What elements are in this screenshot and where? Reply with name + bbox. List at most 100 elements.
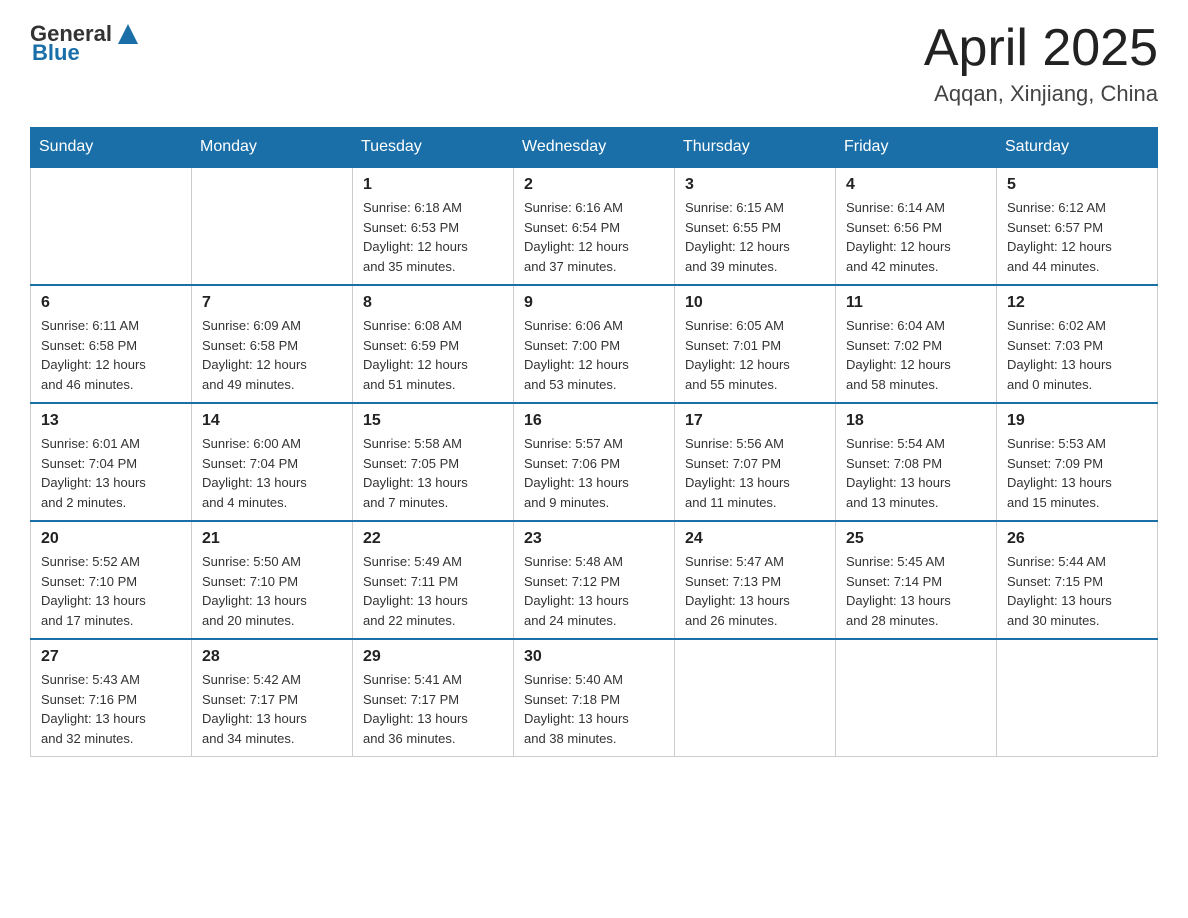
day-info: Sunrise: 5:41 AMSunset: 7:17 PMDaylight:… xyxy=(363,670,503,748)
logo: General Blue xyxy=(30,20,142,66)
weekday-header-sunday: Sunday xyxy=(31,128,192,168)
day-info: Sunrise: 6:05 AMSunset: 7:01 PMDaylight:… xyxy=(685,316,825,394)
day-info: Sunrise: 6:11 AMSunset: 6:58 PMDaylight:… xyxy=(41,316,181,394)
calendar-cell xyxy=(675,639,836,757)
day-number: 9 xyxy=(524,294,664,312)
calendar-cell: 20Sunrise: 5:52 AMSunset: 7:10 PMDayligh… xyxy=(31,521,192,639)
day-number: 17 xyxy=(685,412,825,430)
day-number: 7 xyxy=(202,294,342,312)
day-info: Sunrise: 5:57 AMSunset: 7:06 PMDaylight:… xyxy=(524,434,664,512)
logo-icon xyxy=(114,20,142,48)
page-header: General Blue April 2025 Aqqan, Xinjiang,… xyxy=(30,20,1158,107)
calendar-cell: 30 Sunrise: 5:40 AMSunset: 7:18 PMDayligh… xyxy=(514,639,675,757)
day-info: Sunrise: 5:53 AMSunset: 7:09 PMDaylight:… xyxy=(1007,434,1147,512)
calendar-cell: 24Sunrise: 5:47 AMSunset: 7:13 PMDayligh… xyxy=(675,521,836,639)
day-number: 14 xyxy=(202,412,342,430)
day-info: Sunrise: 5:45 AMSunset: 7:14 PMDaylight:… xyxy=(846,552,986,630)
day-info: Sunrise: 5:56 AMSunset: 7:07 PMDaylight:… xyxy=(685,434,825,512)
day-number: 30 xyxy=(524,648,664,666)
day-info: Sunrise: 5:44 AMSunset: 7:15 PMDaylight:… xyxy=(1007,552,1147,630)
calendar-cell: 19 Sunrise: 5:53 AMSunset: 7:09 PMDayligh… xyxy=(997,403,1158,521)
calendar-cell: 16Sunrise: 5:57 AMSunset: 7:06 PMDayligh… xyxy=(514,403,675,521)
day-info: Sunrise: 6:12 AMSunset: 6:57 PMDaylight:… xyxy=(1007,198,1147,276)
weekday-header-wednesday: Wednesday xyxy=(514,128,675,168)
day-number: 29 xyxy=(363,648,503,666)
weekday-header-row: SundayMondayTuesdayWednesdayThursdayFrid… xyxy=(31,128,1158,168)
day-number: 12 xyxy=(1007,294,1147,312)
day-info: Sunrise: 6:16 AMSunset: 6:54 PMDaylight:… xyxy=(524,198,664,276)
day-number: 27 xyxy=(41,648,181,666)
calendar-cell: 7 Sunrise: 6:09 AMSunset: 6:58 PMDaylight… xyxy=(192,285,353,403)
calendar-cell: 11Sunrise: 6:04 AMSunset: 7:02 PMDayligh… xyxy=(836,285,997,403)
location-text: Aqqan, Xinjiang, China xyxy=(924,81,1158,107)
calendar-cell: 13 Sunrise: 6:01 AMSunset: 7:04 PMDayligh… xyxy=(31,403,192,521)
day-number: 4 xyxy=(846,176,986,194)
day-number: 11 xyxy=(846,294,986,312)
calendar-cell: 23 Sunrise: 5:48 AMSunset: 7:12 PMDayligh… xyxy=(514,521,675,639)
day-info: Sunrise: 5:49 AMSunset: 7:11 PMDaylight:… xyxy=(363,552,503,630)
day-number: 19 xyxy=(1007,412,1147,430)
calendar-cell: 15Sunrise: 5:58 AMSunset: 7:05 PMDayligh… xyxy=(353,403,514,521)
calendar-cell: 3 Sunrise: 6:15 AMSunset: 6:55 PMDaylight… xyxy=(675,167,836,285)
day-number: 26 xyxy=(1007,530,1147,548)
day-number: 5 xyxy=(1007,176,1147,194)
calendar-cell: 25Sunrise: 5:45 AMSunset: 7:14 PMDayligh… xyxy=(836,521,997,639)
calendar-cell: 21 Sunrise: 5:50 AMSunset: 7:10 PMDayligh… xyxy=(192,521,353,639)
calendar-cell: 22 Sunrise: 5:49 AMSunset: 7:11 PMDayligh… xyxy=(353,521,514,639)
day-info: Sunrise: 5:47 AMSunset: 7:13 PMDaylight:… xyxy=(685,552,825,630)
calendar-cell xyxy=(31,167,192,285)
day-info: Sunrise: 6:09 AMSunset: 6:58 PMDaylight:… xyxy=(202,316,342,394)
day-info: Sunrise: 6:00 AMSunset: 7:04 PMDaylight:… xyxy=(202,434,342,512)
day-info: Sunrise: 5:43 AMSunset: 7:16 PMDaylight:… xyxy=(41,670,181,748)
calendar-cell xyxy=(192,167,353,285)
day-info: Sunrise: 6:14 AMSunset: 6:56 PMDaylight:… xyxy=(846,198,986,276)
day-info: Sunrise: 5:58 AMSunset: 7:05 PMDaylight:… xyxy=(363,434,503,512)
day-number: 2 xyxy=(524,176,664,194)
day-number: 21 xyxy=(202,530,342,548)
day-number: 22 xyxy=(363,530,503,548)
week-row-5: 27 Sunrise: 5:43 AMSunset: 7:16 PMDayligh… xyxy=(31,639,1158,757)
day-number: 8 xyxy=(363,294,503,312)
day-info: Sunrise: 6:02 AMSunset: 7:03 PMDaylight:… xyxy=(1007,316,1147,394)
day-info: Sunrise: 6:08 AMSunset: 6:59 PMDaylight:… xyxy=(363,316,503,394)
calendar-cell: 8 Sunrise: 6:08 AMSunset: 6:59 PMDaylight… xyxy=(353,285,514,403)
calendar-cell: 29 Sunrise: 5:41 AMSunset: 7:17 PMDayligh… xyxy=(353,639,514,757)
calendar-cell: 12 Sunrise: 6:02 AMSunset: 7:03 PMDayligh… xyxy=(997,285,1158,403)
weekday-header-friday: Friday xyxy=(836,128,997,168)
calendar-cell: 10Sunrise: 6:05 AMSunset: 7:01 PMDayligh… xyxy=(675,285,836,403)
day-info: Sunrise: 5:42 AMSunset: 7:17 PMDaylight:… xyxy=(202,670,342,748)
calendar-table: SundayMondayTuesdayWednesdayThursdayFrid… xyxy=(30,127,1158,757)
day-info: Sunrise: 5:54 AMSunset: 7:08 PMDaylight:… xyxy=(846,434,986,512)
day-info: Sunrise: 5:50 AMSunset: 7:10 PMDaylight:… xyxy=(202,552,342,630)
calendar-cell: 14 Sunrise: 6:00 AMSunset: 7:04 PMDayligh… xyxy=(192,403,353,521)
month-title: April 2025 xyxy=(924,20,1158,77)
day-number: 23 xyxy=(524,530,664,548)
calendar-cell: 6Sunrise: 6:11 AMSunset: 6:58 PMDaylight… xyxy=(31,285,192,403)
calendar-cell xyxy=(997,639,1158,757)
calendar-cell: 26 Sunrise: 5:44 AMSunset: 7:15 PMDayligh… xyxy=(997,521,1158,639)
week-row-1: 1 Sunrise: 6:18 AMSunset: 6:53 PMDaylight… xyxy=(31,167,1158,285)
day-info: Sunrise: 6:01 AMSunset: 7:04 PMDaylight:… xyxy=(41,434,181,512)
week-row-3: 13 Sunrise: 6:01 AMSunset: 7:04 PMDayligh… xyxy=(31,403,1158,521)
day-info: Sunrise: 5:48 AMSunset: 7:12 PMDaylight:… xyxy=(524,552,664,630)
calendar-cell: 28Sunrise: 5:42 AMSunset: 7:17 PMDayligh… xyxy=(192,639,353,757)
calendar-cell: 17 Sunrise: 5:56 AMSunset: 7:07 PMDayligh… xyxy=(675,403,836,521)
day-info: Sunrise: 6:18 AMSunset: 6:53 PMDaylight:… xyxy=(363,198,503,276)
weekday-header-tuesday: Tuesday xyxy=(353,128,514,168)
calendar-cell xyxy=(836,639,997,757)
calendar-cell: 5 Sunrise: 6:12 AMSunset: 6:57 PMDaylight… xyxy=(997,167,1158,285)
day-number: 13 xyxy=(41,412,181,430)
calendar-cell: 27 Sunrise: 5:43 AMSunset: 7:16 PMDayligh… xyxy=(31,639,192,757)
day-info: Sunrise: 5:40 AMSunset: 7:18 PMDaylight:… xyxy=(524,670,664,748)
day-number: 3 xyxy=(685,176,825,194)
weekday-header-thursday: Thursday xyxy=(675,128,836,168)
title-section: April 2025 Aqqan, Xinjiang, China xyxy=(924,20,1158,107)
day-info: Sunrise: 6:15 AMSunset: 6:55 PMDaylight:… xyxy=(685,198,825,276)
calendar-cell: 2 Sunrise: 6:16 AMSunset: 6:54 PMDaylight… xyxy=(514,167,675,285)
weekday-header-monday: Monday xyxy=(192,128,353,168)
weekday-header-saturday: Saturday xyxy=(997,128,1158,168)
day-info: Sunrise: 5:52 AMSunset: 7:10 PMDaylight:… xyxy=(41,552,181,630)
logo-blue-text: Blue xyxy=(32,40,80,66)
day-number: 1 xyxy=(363,176,503,194)
day-info: Sunrise: 6:06 AMSunset: 7:00 PMDaylight:… xyxy=(524,316,664,394)
